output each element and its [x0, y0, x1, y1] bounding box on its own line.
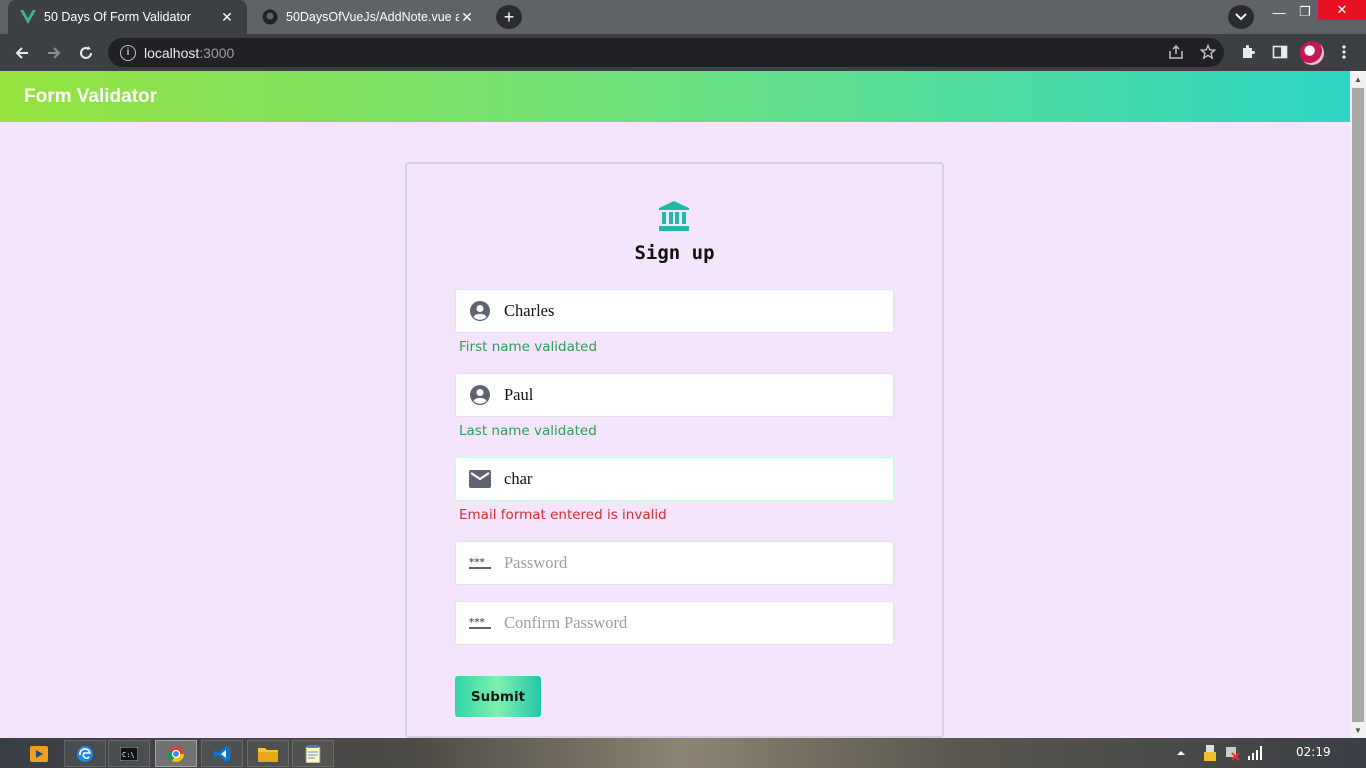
file-explorer-icon[interactable] [247, 740, 289, 767]
last-name-field[interactable]: Paul [455, 373, 894, 417]
tab-search-button[interactable] [1228, 5, 1254, 29]
notepad-icon[interactable] [292, 740, 334, 767]
svg-text:C:\: C:\ [122, 751, 135, 759]
tab-title: 50DaysOfVueJs/AddNote.vue at [286, 10, 459, 24]
url-port: :3000 [199, 44, 235, 61]
password-placeholder: Password [504, 553, 568, 572]
email-value: char [504, 469, 533, 488]
close-window-button[interactable]: ✕ [1318, 0, 1366, 20]
svg-text:***: *** [469, 617, 485, 628]
confirm-password-placeholder: Confirm Password [504, 613, 628, 632]
chrome-browser-icon[interactable] [155, 740, 197, 767]
user-circle-icon [456, 289, 504, 333]
restore-window-button[interactable]: ❐ [1290, 0, 1320, 24]
address-bar[interactable]: i localhost:3000 [108, 38, 1224, 67]
media-player-icon[interactable] [22, 740, 56, 767]
edge-browser-icon[interactable] [64, 740, 106, 767]
first-name-value: Charles [504, 301, 555, 320]
command-prompt-icon[interactable]: C:\ [108, 740, 150, 767]
arrow-right-icon [48, 47, 61, 59]
taskbar-clock[interactable]: 02:19 [1296, 745, 1331, 759]
tab-form-validator[interactable]: 50 Days Of Form Validator ✕ [8, 0, 247, 34]
kebab-menu-icon[interactable] [1332, 40, 1356, 64]
reload-button[interactable] [73, 40, 99, 66]
email-field[interactable]: char [455, 457, 894, 501]
network-disconnected-icon[interactable] [1224, 738, 1240, 768]
bookmark-star-icon[interactable] [1196, 40, 1220, 64]
user-circle-icon [456, 373, 504, 417]
extensions-puzzle-icon[interactable] [1236, 40, 1260, 64]
share-icon[interactable] [1164, 40, 1188, 64]
url-host: localhost [144, 44, 200, 61]
browser-tab-strip: 50 Days Of Form Validator ✕ 50DaysOfVueJ… [0, 0, 1366, 34]
arrow-left-icon [15, 47, 28, 59]
confirm-password-field[interactable]: *** Confirm Password [455, 601, 894, 645]
password-icon: *** [456, 541, 504, 585]
tray-overflow-arrow[interactable] [1176, 738, 1186, 768]
email-validation-message: Email format entered is invalid [459, 507, 667, 523]
usb-device-icon[interactable] [1204, 738, 1216, 768]
scroll-down-arrow[interactable]: ▼ [1350, 722, 1366, 738]
last-name-validation-message: Last name validated [459, 423, 597, 439]
mail-icon [456, 457, 504, 501]
signup-card: Sign up Charles First name validated Pau… [405, 162, 944, 738]
last-name-value: Paul [504, 385, 534, 404]
first-name-validation-message: First name validated [459, 339, 598, 355]
chevron-down-icon [1235, 13, 1247, 21]
site-info-icon[interactable]: i [120, 44, 136, 61]
side-panel-icon[interactable] [1268, 40, 1292, 64]
vue-icon [20, 9, 36, 25]
github-icon [262, 9, 278, 25]
browser-toolbar: i localhost:3000 [0, 34, 1366, 71]
tab-title: 50 Days Of Form Validator [44, 10, 192, 24]
forward-button[interactable] [41, 40, 67, 66]
tab-github-addnote[interactable]: 50DaysOfVueJs/AddNote.vue at ✕ [250, 0, 487, 34]
password-icon: *** [456, 601, 504, 645]
reload-icon [80, 46, 92, 59]
app-brand-title[interactable]: Form Validator [24, 86, 157, 108]
scroll-up-arrow[interactable]: ▲ [1350, 71, 1366, 87]
submit-button[interactable]: Submit [455, 676, 541, 717]
svg-text:***: *** [469, 557, 485, 568]
close-tab-icon[interactable]: ✕ [459, 9, 475, 25]
close-tab-icon[interactable]: ✕ [219, 9, 235, 25]
form-heading: Sign up [634, 242, 715, 264]
app-header: Form Validator [0, 71, 1350, 122]
profile-avatar[interactable] [1300, 41, 1324, 65]
back-button[interactable] [9, 40, 35, 66]
bank-icon [658, 200, 690, 232]
password-field[interactable]: *** Password [455, 541, 894, 585]
os-taskbar: C:\ [0, 738, 1366, 768]
vscode-icon[interactable] [201, 740, 243, 767]
first-name-field[interactable]: Charles [455, 289, 894, 333]
new-tab-button[interactable]: + [496, 5, 522, 29]
signal-strength-icon[interactable] [1248, 738, 1264, 768]
scrollbar-thumb[interactable] [1352, 88, 1364, 722]
